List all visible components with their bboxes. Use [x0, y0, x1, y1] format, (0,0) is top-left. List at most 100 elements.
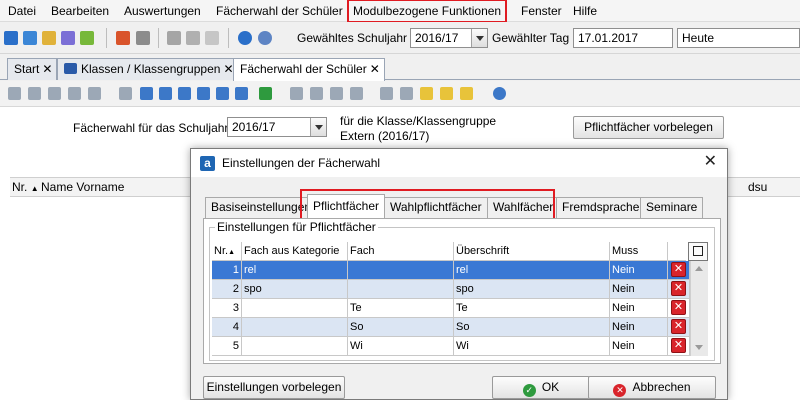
save-icon[interactable]	[28, 87, 41, 100]
table-cell-muss[interactable]: Nein	[610, 318, 668, 337]
table-cell-fach[interactable]: So	[348, 318, 454, 337]
column-chooser-icon[interactable]	[688, 242, 708, 261]
edit-icon[interactable]	[88, 87, 101, 100]
tab-klassen[interactable]: Klassen / Klassengruppen ✕	[57, 58, 239, 80]
table-scrollbar[interactable]	[690, 261, 708, 356]
chevron-down-icon[interactable]	[310, 118, 326, 136]
column-nr[interactable]: Nr. ▲	[12, 178, 39, 196]
table-cell-fach[interactable]: Te	[348, 299, 454, 318]
teachers-icon[interactable]	[61, 31, 75, 45]
help-icon[interactable]	[258, 31, 272, 45]
next-record-icon[interactable]	[197, 87, 210, 100]
help-icon[interactable]	[493, 87, 506, 100]
column-header-fach[interactable]: Fach	[348, 242, 454, 261]
delete-row-icon[interactable]: ✕	[671, 319, 686, 334]
menu-hilfe[interactable]: Hilfe	[571, 3, 599, 19]
tab-seminare[interactable]: Seminare	[640, 197, 704, 218]
copy-icon[interactable]	[330, 87, 343, 100]
delete-row-icon[interactable]: ✕	[671, 338, 686, 353]
menu-auswertungen[interactable]: Auswertungen	[122, 3, 203, 19]
filter-icon[interactable]	[440, 87, 453, 100]
next-page-icon[interactable]	[216, 87, 229, 100]
view-icon[interactable]	[400, 87, 413, 100]
close-icon[interactable]: ✕	[223, 62, 233, 76]
column-header-kategorie[interactable]: Fach aus Kategorie	[242, 242, 348, 261]
delete-row-icon[interactable]: ✕	[671, 262, 686, 277]
table-cell-nr[interactable]: 4	[212, 318, 242, 337]
table-cell-muss[interactable]: Nein	[610, 261, 668, 280]
menu-fenster[interactable]: Fenster	[519, 3, 564, 19]
table-row[interactable]: 5 Wi Wi Nein ✕	[212, 337, 710, 356]
delete-row-icon[interactable]: ✕	[671, 281, 686, 296]
tab-start[interactable]: Start ✕	[7, 58, 58, 80]
tab-fremdsprachen[interactable]: Fremdsprachen	[556, 197, 653, 218]
faecherwahl-schuljahr-select[interactable]: 2016/17	[227, 117, 327, 137]
menu-bearbeiten[interactable]: Bearbeiten	[49, 3, 111, 19]
scroll-up-icon[interactable]	[695, 266, 703, 271]
new-record-icon[interactable]	[8, 87, 21, 100]
column-dsu[interactable]: dsu	[748, 178, 767, 196]
ok-button[interactable]: ✓ OK	[492, 376, 590, 399]
column-header-ueberschrift[interactable]: Überschrift	[454, 242, 610, 261]
undo-icon[interactable]	[48, 87, 61, 100]
today-field[interactable]: Heute	[677, 28, 800, 48]
schuljahr-select[interactable]: 2016/17	[410, 28, 488, 48]
book-icon[interactable]	[116, 31, 130, 45]
info-icon[interactable]	[238, 31, 252, 45]
last-record-icon[interactable]	[235, 87, 248, 100]
table-cell-muss[interactable]: Nein	[610, 337, 668, 356]
table-cell-nr[interactable]: 1	[212, 261, 242, 280]
table-cell-kategorie[interactable]	[242, 337, 348, 356]
table-row[interactable]: 1 rel rel Nein ✕	[212, 261, 710, 280]
menu-modulbezogene-funktionen[interactable]: Modulbezogene Funktionen	[346, 0, 508, 23]
table-cell-nr[interactable]: 3	[212, 299, 242, 318]
table-cell-muss[interactable]: Nein	[610, 299, 668, 318]
table-cell-ueberschrift[interactable]: spo	[454, 280, 610, 299]
printer-icon[interactable]	[380, 87, 393, 100]
table-row[interactable]: 4 So So Nein ✕	[212, 318, 710, 337]
arrow-left-icon[interactable]	[290, 87, 303, 100]
table-cell-ueberschrift[interactable]: So	[454, 318, 610, 337]
messages-icon[interactable]	[80, 31, 94, 45]
table-cell-ueberschrift[interactable]: rel	[454, 261, 610, 280]
menu-datei[interactable]: Datei	[6, 3, 38, 19]
table-cell-kategorie[interactable]	[242, 299, 348, 318]
table-cell-kategorie[interactable]: rel	[242, 261, 348, 280]
close-icon[interactable]: ✕	[370, 62, 380, 76]
table-cell-ueberschrift[interactable]: Te	[454, 299, 610, 318]
table-row[interactable]: 3 Te Te Nein ✕	[212, 299, 710, 318]
school-structure-icon[interactable]	[4, 31, 18, 45]
close-icon[interactable]: ✕	[42, 62, 52, 76]
table-cell-fach[interactable]	[348, 261, 454, 280]
column-header-nr[interactable]: Nr.▲	[212, 242, 242, 261]
einstellungen-vorbelegen-button[interactable]: Einstellungen vorbelegen	[203, 376, 345, 399]
print-preview-icon[interactable]	[119, 87, 132, 100]
eraser-icon[interactable]	[460, 87, 473, 100]
delete-icon[interactable]	[68, 87, 81, 100]
scroll-down-icon[interactable]	[695, 345, 703, 350]
table-cell-ueberschrift[interactable]: Wi	[454, 337, 610, 356]
pflichtfaecher-vorbelegen-button[interactable]: Pflichtfächer vorbelegen	[573, 116, 724, 139]
prev-record-icon[interactable]	[178, 87, 191, 100]
table-cell-muss[interactable]: Nein	[610, 280, 668, 299]
delete-row-icon[interactable]: ✕	[671, 300, 686, 315]
table-cell-nr[interactable]: 2	[212, 280, 242, 299]
column-header-muss[interactable]: Muss	[610, 242, 668, 261]
class-list-icon[interactable]	[23, 31, 37, 45]
paste-icon[interactable]	[350, 87, 363, 100]
tab-faecherwahl[interactable]: Fächerwahl der Schüler ✕	[233, 58, 385, 81]
first-record-icon[interactable]	[140, 87, 153, 100]
close-icon[interactable]: ✕	[704, 153, 717, 171]
table-cell-fach[interactable]: Wi	[348, 337, 454, 356]
table-row[interactable]: 2 spo spo Nein ✕	[212, 280, 710, 299]
calculator-icon[interactable]	[136, 31, 150, 45]
tag-input[interactable]: 17.01.2017	[573, 28, 673, 48]
menu-faecherwahl[interactable]: Fächerwahl der Schüler	[214, 3, 345, 19]
cut-icon[interactable]	[310, 87, 323, 100]
lightbulb-icon[interactable]	[420, 87, 433, 100]
refresh-icon[interactable]	[259, 87, 272, 100]
table-cell-nr[interactable]: 5	[212, 337, 242, 356]
table-cell-fach[interactable]	[348, 280, 454, 299]
prev-page-icon[interactable]	[159, 87, 172, 100]
table-cell-kategorie[interactable]	[242, 318, 348, 337]
